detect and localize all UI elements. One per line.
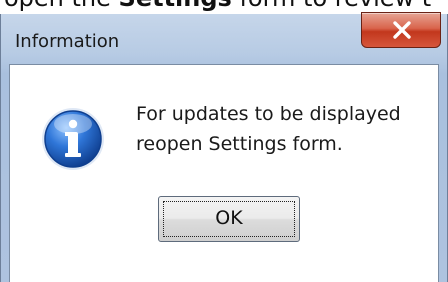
dialog-title: Information [15, 31, 120, 52]
message-line-2: reopen Settings form. [136, 133, 343, 155]
ok-button[interactable]: OK [158, 196, 300, 242]
information-icon [42, 108, 104, 170]
background-text-suffix: form to review t [232, 0, 431, 12]
screenshot: open the Settings form to review t Infor… [0, 0, 448, 282]
ok-button-label: OK [215, 207, 243, 229]
dialog-message: For updates to be displayed reopen Setti… [136, 99, 401, 159]
message-line-1: For updates to be displayed [136, 103, 401, 125]
background-document-text: open the Settings form to review t [4, 0, 431, 12]
dialog-body: For updates to be displayed reopen Setti… [9, 64, 439, 282]
information-dialog: Information For updates to be displayed … [0, 12, 448, 282]
background-text-prefix: open the [4, 0, 119, 12]
background-text-bold: Settings [119, 0, 232, 12]
close-button[interactable] [361, 12, 441, 48]
title-bar[interactable]: Information [1, 12, 447, 64]
close-icon [393, 21, 411, 39]
